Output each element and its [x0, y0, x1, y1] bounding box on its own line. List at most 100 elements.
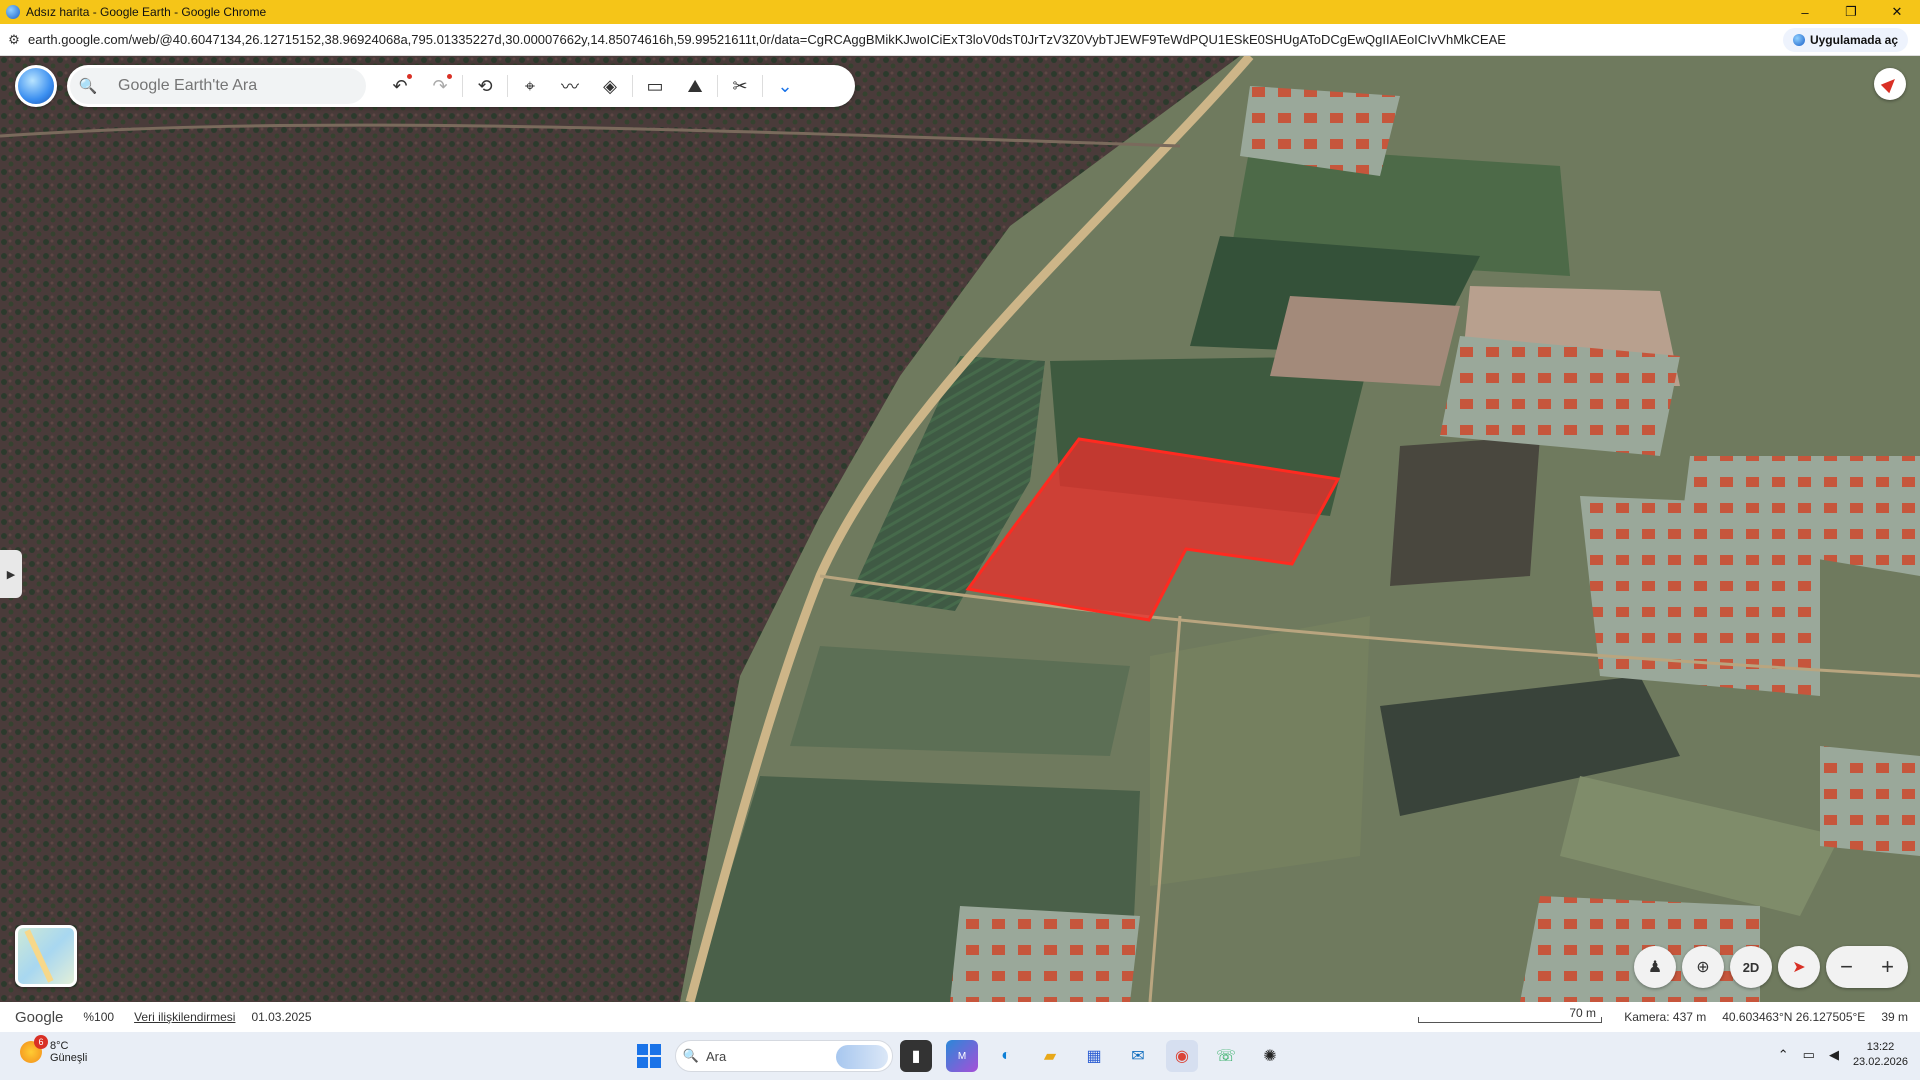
- layers-button[interactable]: ◈: [590, 68, 630, 104]
- url-text[interactable]: earth.google.com/web/@40.6047134,26.1271…: [28, 32, 1920, 47]
- explorer-icon[interactable]: ▰: [1034, 1040, 1066, 1072]
- compass-needle-icon: [1880, 74, 1900, 94]
- store-icon[interactable]: ▦: [1078, 1040, 1110, 1072]
- map-style-thumbnail-icon: [24, 929, 54, 983]
- system-tray: ⌃ ▭ ◀ 13:22 23.02.2026: [1778, 1040, 1908, 1070]
- add-placemark-button[interactable]: ⌖: [510, 68, 550, 104]
- window-titlebar: Adsız harita - Google Earth - Google Chr…: [0, 0, 1920, 24]
- minimize-button[interactable]: –: [1782, 0, 1828, 24]
- crosshair-icon: ⊕: [1696, 959, 1710, 976]
- windows-logo-icon: [650, 1057, 661, 1068]
- google-earth-logo-icon[interactable]: [15, 65, 57, 107]
- my-location-button[interactable]: ⊕: [1682, 946, 1724, 988]
- expand-toolbar-button[interactable]: ⌄: [765, 68, 805, 104]
- camera-info: Kamera: 437 m 40.603463°N 26.127505°E 39…: [1624, 1010, 1908, 1024]
- clock[interactable]: 13:22 23.02.2026: [1853, 1040, 1908, 1070]
- scale-bar: 70 m: [1418, 1006, 1602, 1026]
- chevron-up-icon[interactable]: ⌃: [1778, 1047, 1789, 1063]
- weather-description: Güneşli: [50, 1052, 88, 1064]
- google-earth-favicon-icon: [6, 5, 20, 19]
- camera-altitude: Kamera: 437 m: [1624, 1010, 1707, 1024]
- chevron-right-icon: ▶: [6, 568, 16, 581]
- whatsapp-icon[interactable]: ☏: [1210, 1040, 1242, 1072]
- redo-icon: ↷: [432, 75, 448, 96]
- clock-time: 13:22: [1866, 1041, 1895, 1053]
- search-highlight-image: [836, 1045, 888, 1069]
- speaker-icon[interactable]: ◀: [1829, 1047, 1839, 1063]
- zoom-controls: − +: [1826, 946, 1908, 988]
- tools-button[interactable]: ✂: [720, 68, 760, 104]
- chrome-icon[interactable]: ◉: [1166, 1040, 1198, 1072]
- redo-indicator-dot: [447, 74, 452, 79]
- load-percentage: %100: [83, 1010, 115, 1024]
- earth-toolbar: 🔍 ↶ ↷ ⟲ ⌖ 〰 ◈ ▭ ⛰ ✂ ⌄: [67, 65, 855, 107]
- data-attribution-link[interactable]: Veri ilişkilendirmesi: [134, 1010, 235, 1024]
- taskbar-search-label: Ara: [706, 1048, 727, 1064]
- monitor-icon[interactable]: ▭: [1803, 1047, 1815, 1063]
- start-button[interactable]: [637, 1044, 661, 1068]
- tune-icon[interactable]: ⚙: [0, 32, 28, 48]
- path-icon: 〰: [561, 77, 579, 97]
- side-panel-toggle[interactable]: ▶: [0, 550, 22, 598]
- toggle-2d-label: 2D: [1742, 959, 1760, 975]
- pegman-button[interactable]: ♟: [1634, 946, 1676, 988]
- clock-date: 23.02.2026: [1852, 1056, 1908, 1068]
- cursor-elevation: 39 m: [1881, 1010, 1908, 1024]
- weather-widget[interactable]: 6 8°C Güneşli: [20, 1035, 88, 1064]
- measure-button[interactable]: ▭: [635, 68, 675, 104]
- image-overlay-button[interactable]: ⛰: [675, 68, 715, 104]
- chatgpt-icon[interactable]: ✺: [1254, 1040, 1286, 1072]
- toggle-2d-button[interactable]: 2D: [1730, 946, 1772, 988]
- ruler-icon: ▭: [646, 75, 664, 96]
- search-icon: 🔍: [78, 78, 98, 95]
- restore-button[interactable]: ❐: [1828, 0, 1874, 24]
- undo-button[interactable]: ↶: [380, 68, 420, 104]
- google-logo: Google: [15, 1008, 64, 1026]
- windows-logo-icon: [637, 1057, 648, 1068]
- search-input[interactable]: [118, 77, 348, 95]
- map-style-button[interactable]: [15, 925, 77, 987]
- open-in-app-label: Uygulamada aç: [1809, 33, 1898, 47]
- zoom-in-button[interactable]: +: [1881, 954, 1894, 980]
- redo-button[interactable]: ↷: [420, 68, 460, 104]
- window-title: Adsız harita - Google Earth - Google Chr…: [26, 5, 267, 19]
- north-arrow-icon: ➤: [1792, 959, 1806, 976]
- view-controls: ♟ ⊕ 2D ➤ − +: [1634, 946, 1908, 988]
- tools-icon: ✂: [732, 75, 748, 96]
- windows-logo-icon: [637, 1044, 648, 1055]
- pegman-icon: ♟: [1647, 959, 1663, 976]
- toolbar-divider: [717, 75, 718, 97]
- earth-map-view[interactable]: [0, 56, 1920, 1002]
- address-bar[interactable]: ⚙ earth.google.com/web/@40.6047134,26.12…: [0, 24, 1920, 56]
- cursor-coordinates: 40.603463°N 26.127505°E: [1722, 1010, 1866, 1024]
- edge-icon[interactable]: ◐: [990, 1040, 1022, 1072]
- history-icon: ⟲: [477, 75, 493, 96]
- undo-indicator-dot: [407, 74, 412, 79]
- toolbar-divider: [632, 75, 633, 97]
- reset-north-button[interactable]: ➤: [1778, 946, 1820, 988]
- file-manager-icon[interactable]: ▮: [900, 1040, 932, 1072]
- search-box[interactable]: 🔍: [70, 68, 366, 104]
- add-path-button[interactable]: 〰: [550, 68, 590, 104]
- compass-button[interactable]: [1874, 68, 1906, 100]
- toolbar-divider: [762, 75, 763, 97]
- outlook-icon[interactable]: ✉: [1122, 1040, 1154, 1072]
- close-button[interactable]: ✕: [1874, 0, 1920, 24]
- m365-icon[interactable]: M: [946, 1040, 978, 1072]
- window-controls: – ❐ ✕: [1782, 0, 1920, 24]
- imagery-date: 01.03.2025: [251, 1010, 312, 1024]
- sun-icon: 6: [20, 1035, 48, 1063]
- taskbar-search[interactable]: 🔍 Ara: [675, 1040, 893, 1072]
- open-in-app-button[interactable]: Uygulamada aç: [1782, 28, 1908, 52]
- toolbar-divider: [507, 75, 508, 97]
- placemark-icon: ⌖: [524, 75, 536, 96]
- historical-imagery-button[interactable]: ⟲: [465, 68, 505, 104]
- chevron-down-icon: ⌄: [777, 75, 793, 96]
- weather-badge: 6: [34, 1035, 48, 1049]
- undo-icon: ↶: [392, 75, 408, 96]
- zoom-out-button[interactable]: −: [1840, 954, 1853, 980]
- layers-icon: ◈: [603, 75, 617, 96]
- earth-app-icon: [1792, 34, 1805, 46]
- toolbar-divider: [462, 75, 463, 97]
- image-overlay-icon: ⛰: [687, 75, 703, 96]
